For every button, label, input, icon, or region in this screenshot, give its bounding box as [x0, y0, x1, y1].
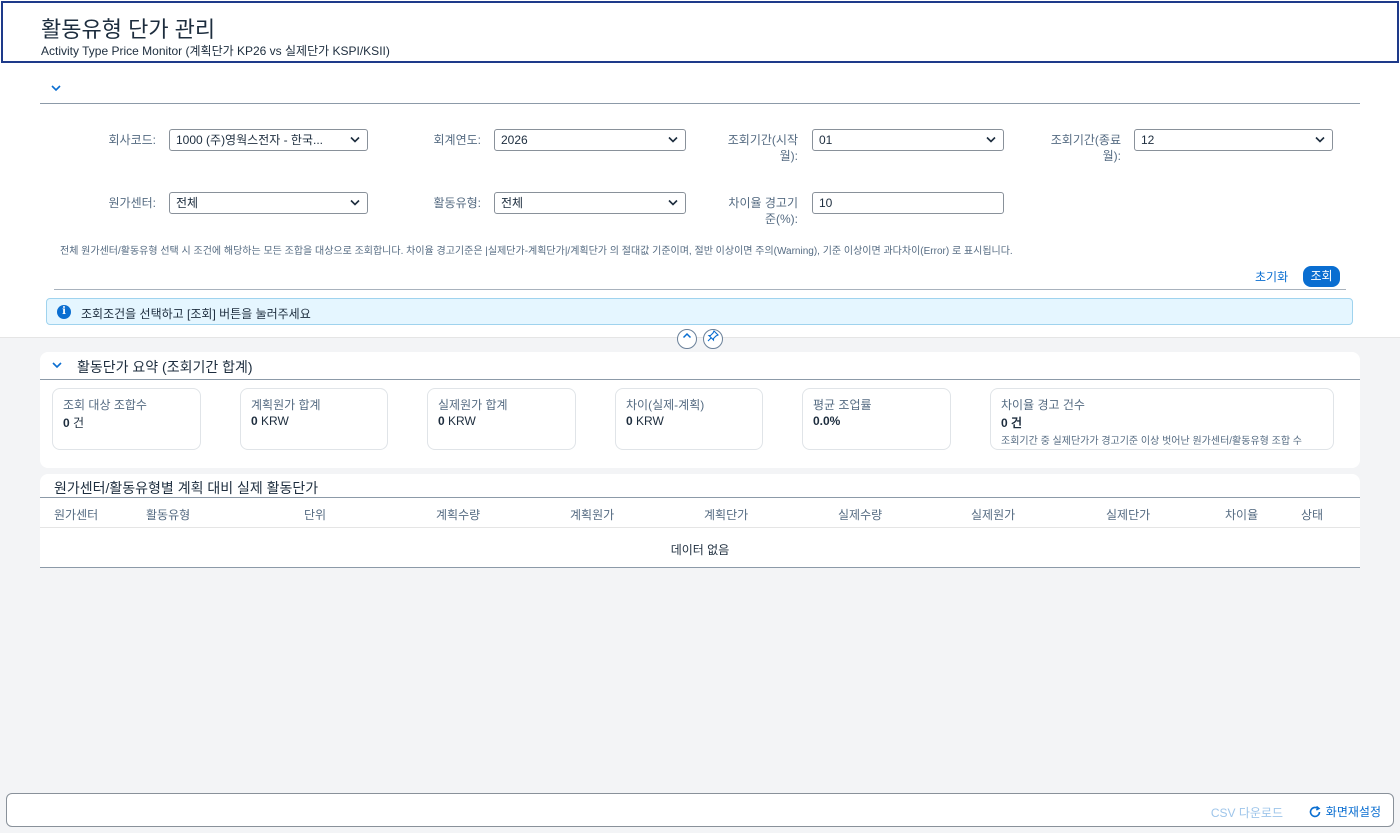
kpi-value: 0 건 [1001, 416, 1023, 430]
variance-threshold-label: 차이율 경고기 준(%): [728, 196, 798, 226]
chevron-down-icon [668, 199, 678, 206]
chevron-up-icon [682, 332, 692, 339]
filter-collapse-chevron-icon[interactable] [50, 82, 64, 96]
reset-view-button[interactable]: 화면재설정 [1308, 803, 1381, 820]
table-title: 원가센터/활동유형별 계획 대비 실제 활동단가 [54, 480, 319, 496]
kpi-value: 0 건 [63, 416, 85, 430]
fiscal-year-label: 회계연도: [433, 133, 482, 147]
kpi-label: 계획원가 합계 [251, 398, 321, 412]
column-header-activity-type[interactable]: 활동유형 [146, 506, 190, 523]
kpi-value: 0 KRW [626, 414, 664, 428]
reset-button[interactable]: 초기화 [1248, 266, 1295, 288]
price-table: 원가센터/활동유형별 계획 대비 실제 활동단가 원가센터 활동유형 단위 계획… [40, 474, 1360, 568]
column-header-actual-cost[interactable]: 실제원가 [971, 506, 1015, 523]
page-title: 활동유형 단가 관리 [41, 17, 216, 42]
page-header: 활동유형 단가 관리 Activity Type Price Monitor (… [1, 1, 1399, 63]
column-header-unit[interactable]: 단위 [304, 506, 326, 523]
chevron-down-icon [668, 136, 678, 143]
column-header-planned-cost[interactable]: 계획원가 [570, 506, 614, 523]
period-to-label: 조회기간(종료 월): [1050, 133, 1121, 163]
fiscal-year-select[interactable]: 2026 [494, 129, 686, 151]
info-message-text: 조회조건을 선택하고 [조회] 버튼을 눌러주세요 [81, 307, 311, 321]
column-header-status[interactable]: 상태 [1301, 506, 1323, 523]
period-from-label: 조회기간(시작 월): [727, 133, 798, 163]
company-code-label: 회사코드: [108, 133, 157, 147]
period-to-select[interactable]: 12 [1134, 129, 1333, 151]
kpi-label: 조회 대상 조합수 [63, 398, 147, 412]
company-code-select[interactable]: 1000 (주)영웍스전자 - 한국... [169, 129, 368, 151]
column-header-variance-rate[interactable]: 차이율 [1225, 506, 1258, 523]
kpi-value: 0 KRW [251, 414, 289, 428]
activity-type-label: 활동유형: [433, 196, 482, 210]
summary-divider [40, 379, 1360, 380]
table-header-row: 원가센터 활동유형 단위 계획수량 계획원가 계획단가 실제수량 실제원가 실제… [40, 497, 1360, 528]
variance-threshold-input[interactable]: 10 [812, 192, 1004, 214]
kpi-card-avg-utilization: 평균 조업률 0.0% [802, 388, 951, 450]
chevron-down-icon [350, 199, 360, 206]
kpi-card-actual-cost: 실제원가 합계 0 KRW [427, 388, 576, 450]
kpi-label: 실제원가 합계 [438, 398, 508, 412]
refresh-icon [1310, 805, 1321, 817]
table-empty-text: 데이터 없음 [670, 543, 730, 557]
cost-center-label: 원가센터: [108, 196, 157, 210]
kpi-card-planned-cost: 계획원가 합계 0 KRW [240, 388, 388, 450]
summary-collapse-chevron-icon[interactable] [51, 359, 63, 374]
period-from-select[interactable]: 01 [812, 129, 1004, 151]
kpi-value: 0.0% [813, 414, 841, 428]
kpi-label: 차이(실제-계획) [626, 398, 705, 412]
pin-icon [707, 330, 719, 342]
query-button[interactable]: 조회 [1303, 266, 1340, 287]
kpi-card-combination-count: 조회 대상 조합수 0 건 [52, 388, 201, 450]
chevron-down-icon [1315, 136, 1325, 143]
column-header-planned-qty[interactable]: 계획수량 [436, 506, 480, 523]
info-icon: i [57, 305, 71, 319]
column-header-actual-price[interactable]: 실제단가 [1106, 506, 1150, 523]
cost-center-select[interactable]: 전체 [169, 192, 368, 214]
pin-header-button[interactable] [703, 329, 723, 349]
column-header-planned-price[interactable]: 계획단가 [704, 506, 748, 523]
collapse-header-button[interactable] [677, 329, 697, 349]
chevron-down-icon [350, 136, 360, 143]
kpi-card-warning-count: 차이율 경고 건수 0 건 조회기간 중 실제단가가 경고기준 이상 벗어난 원… [990, 388, 1334, 450]
page-subtitle: Activity Type Price Monitor (계획단가 KP26 v… [41, 44, 390, 58]
csv-download-button[interactable]: CSV 다운로드 [1211, 804, 1283, 821]
kpi-value: 0 KRW [438, 414, 476, 428]
activity-type-select[interactable]: 전체 [494, 192, 686, 214]
filter-area: 활동유형 단가 관리 Activity Type Price Monitor (… [0, 0, 1400, 338]
summary-title: 활동단가 요약 (조회기간 합계) [77, 359, 253, 375]
kpi-card-variance: 차이(실제-계획) 0 KRW [615, 388, 763, 450]
info-message-strip: i 조회조건을 선택하고 [조회] 버튼을 눌러주세요 [46, 298, 1353, 325]
kpi-description: 조회기간 중 실제단가가 경고기준 이상 벗어난 원가센터/활동유형 조합 수 [1001, 436, 1303, 447]
chevron-down-icon [986, 136, 996, 143]
filter-divider [40, 103, 1360, 104]
filter-bottom-divider [54, 289, 1346, 290]
kpi-label: 차이율 경고 건수 [1001, 398, 1085, 412]
column-header-actual-qty[interactable]: 실제수량 [838, 506, 882, 523]
kpi-label: 평균 조업률 [813, 398, 872, 412]
filter-hint-text: 전체 원가센터/활동유형 선택 시 조건에 해당하는 모든 조합을 대상으로 조… [60, 246, 1013, 257]
footer-toolbar: CSV 다운로드 화면재설정 [6, 793, 1394, 827]
column-header-cost-center[interactable]: 원가센터 [54, 506, 98, 523]
